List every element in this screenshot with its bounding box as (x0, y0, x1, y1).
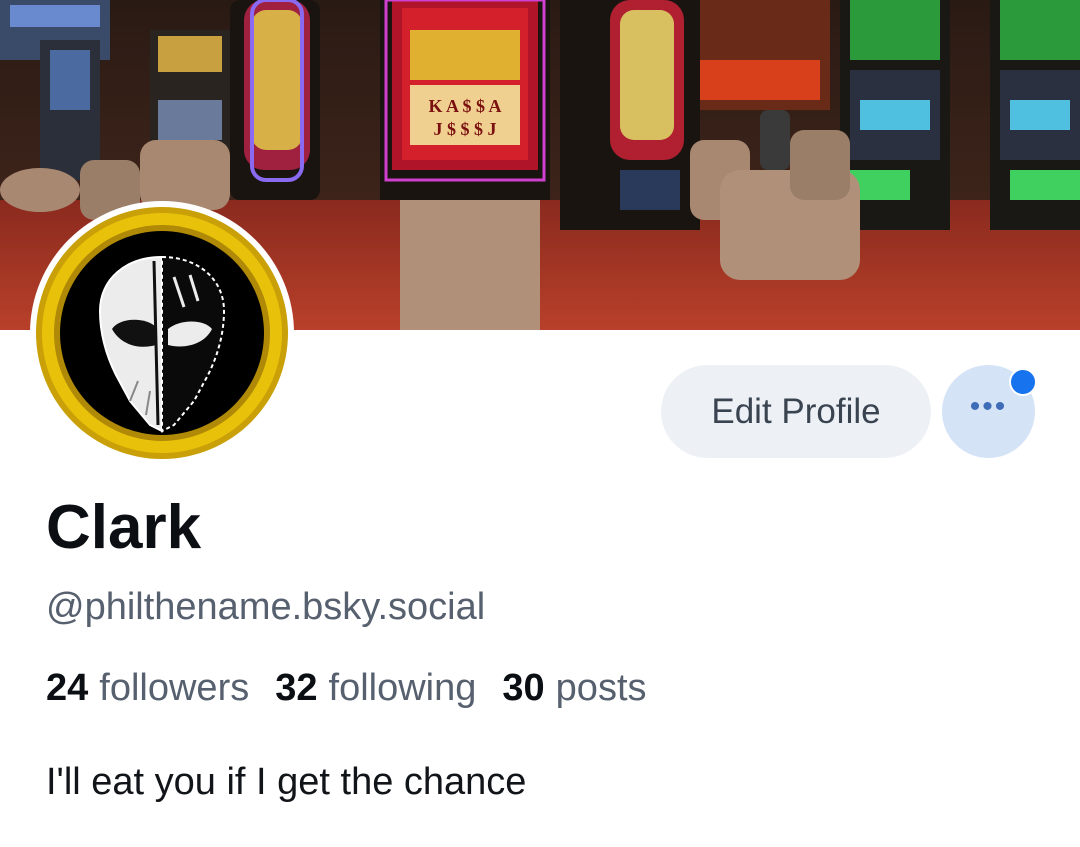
profile-bio: I'll eat you if I get the chance (46, 761, 527, 803)
profile-stats: 24 followers 32 following 30 posts (46, 666, 673, 710)
posts-count: 30 (502, 667, 545, 709)
avatar[interactable] (30, 201, 294, 465)
followers-count: 24 (46, 667, 89, 709)
posts-label: posts (555, 667, 647, 709)
display-name: Clark (46, 493, 202, 562)
followers-stat[interactable]: 24 followers (46, 666, 249, 710)
notification-dot-icon (1009, 368, 1037, 396)
edit-profile-button[interactable]: Edit Profile (661, 365, 931, 458)
following-label: following (328, 667, 477, 709)
following-stat[interactable]: 32 following (275, 666, 476, 710)
ellipsis-icon: ••• (969, 389, 1008, 423)
skull-mask-avatar-image (36, 207, 288, 459)
followers-label: followers (99, 667, 250, 709)
profile-handle: @philthename.bsky.social (46, 586, 486, 628)
svg-text:J $ $ $ J: J $ $ $ J (434, 119, 497, 139)
following-count: 32 (275, 667, 318, 709)
posts-stat: 30 posts (502, 666, 646, 710)
edit-profile-label: Edit Profile (711, 391, 881, 431)
svg-text:K A $ $ A: K A $ $ A (428, 96, 501, 116)
